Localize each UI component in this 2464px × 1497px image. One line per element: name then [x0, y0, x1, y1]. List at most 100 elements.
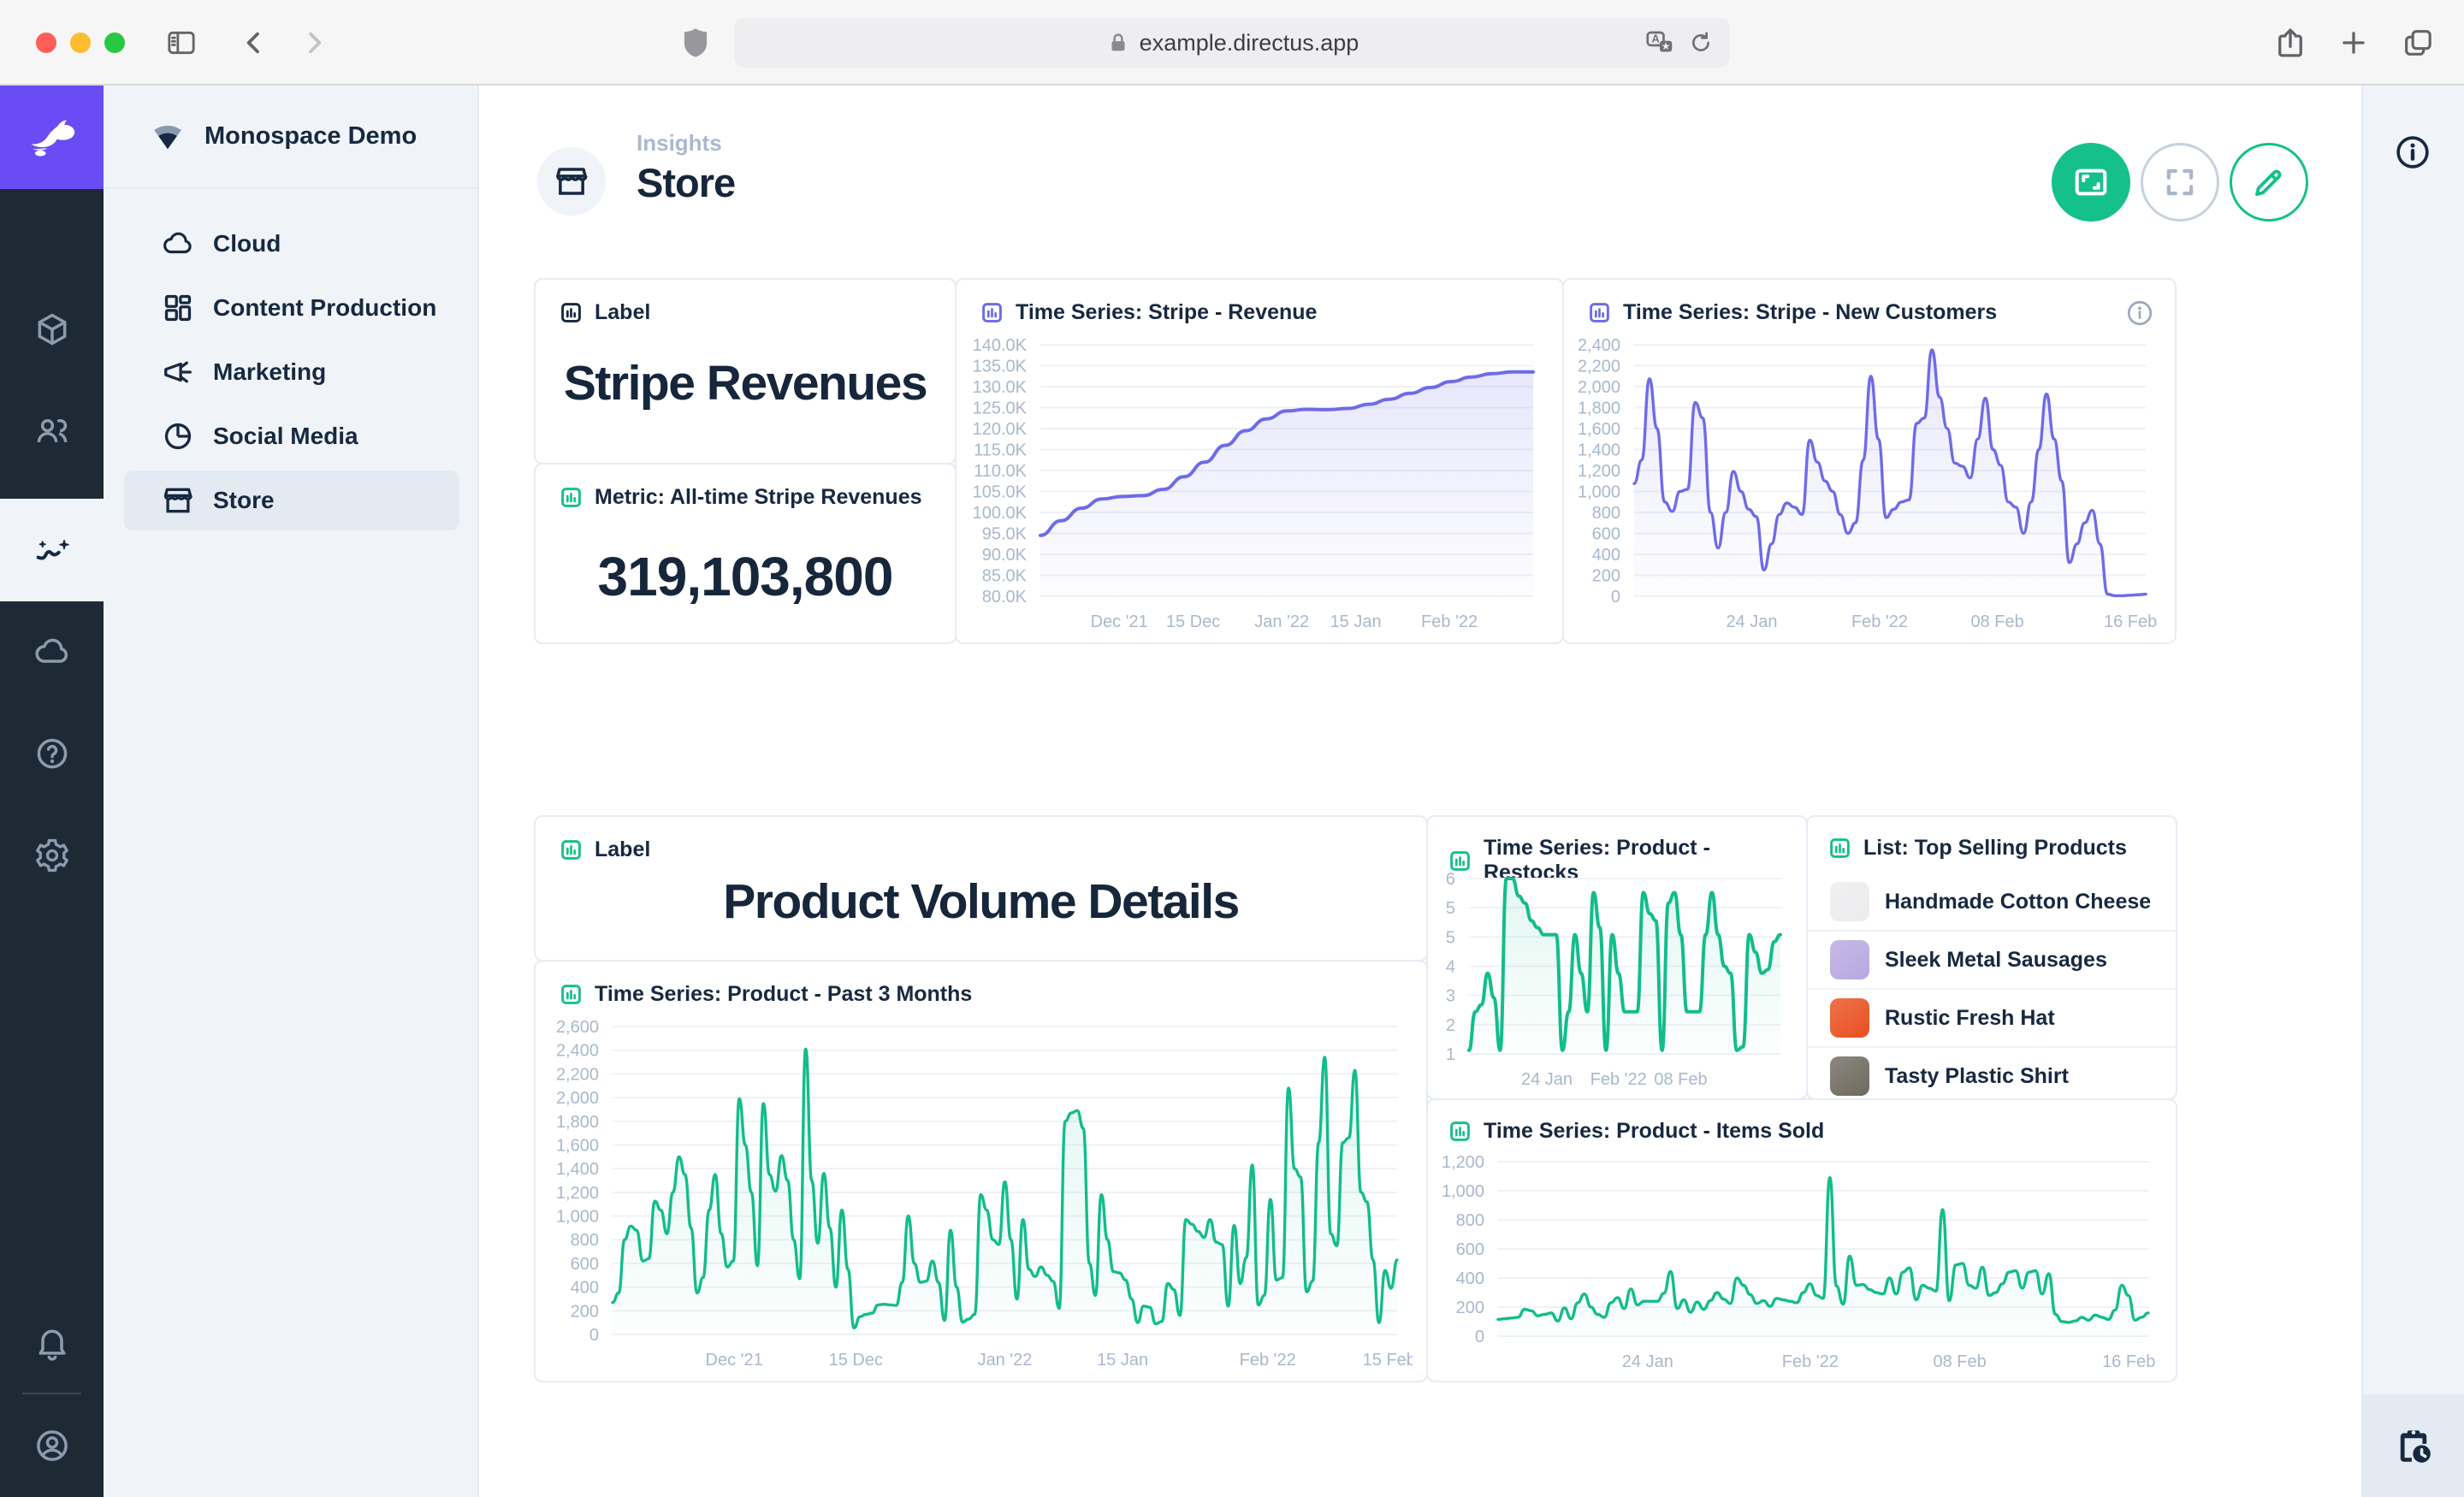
- forward-button[interactable]: [298, 27, 330, 59]
- sidebar-item-social-media[interactable]: Social Media: [124, 406, 459, 466]
- sidebar-item-label: Content Production: [213, 294, 436, 322]
- panel-bars-icon: [560, 838, 583, 861]
- svg-text:Feb '22: Feb '22: [1590, 1070, 1647, 1089]
- notifications-bell-icon[interactable]: [0, 1300, 104, 1386]
- list-item[interactable]: Sleek Metal Sausages: [1808, 930, 2176, 988]
- close-window-button[interactable]: [36, 33, 56, 53]
- svg-text:135.0K: 135.0K: [973, 358, 1028, 376]
- panel-ts-restocks[interactable]: Time Series: Product - Restocks 65543212…: [1426, 815, 1808, 1100]
- share-icon[interactable]: [2272, 25, 2308, 61]
- svg-text:1,000: 1,000: [556, 1208, 599, 1227]
- module-settings-icon[interactable]: [0, 813, 104, 898]
- panel-bars-icon: [1828, 837, 1851, 860]
- list-item[interactable]: Handmade Cotton Cheese: [1808, 873, 2176, 930]
- svg-text:A: A: [1651, 33, 1659, 45]
- page-icon-storefront[interactable]: [537, 147, 606, 216]
- project-header[interactable]: Monospace Demo: [104, 86, 479, 189]
- svg-text:1,800: 1,800: [556, 1113, 599, 1132]
- module-help-icon[interactable]: [0, 711, 104, 796]
- sidebar-toggle-icon[interactable]: [164, 26, 198, 60]
- page-title: Store: [637, 159, 735, 206]
- lock-icon: [1105, 30, 1131, 56]
- address-bar[interactable]: example.directus.app A★: [734, 18, 1730, 68]
- zoom-window-button[interactable]: [104, 33, 125, 53]
- user-avatar-icon[interactable]: [0, 1403, 104, 1488]
- svg-text:2,400: 2,400: [556, 1042, 599, 1061]
- svg-text:1: 1: [1446, 1045, 1455, 1064]
- panel-header-label: Metric: All-time Stripe Revenues: [595, 485, 922, 510]
- svg-text:130.0K: 130.0K: [973, 378, 1028, 397]
- panel-header-label: Label: [595, 837, 650, 862]
- revenue-chart: 140.0K135.0K130.0K125.0K120.0K115.0K110.…: [962, 333, 1549, 636]
- fullscreen-button[interactable]: [2141, 143, 2219, 222]
- list-item[interactable]: Tasty Plastic Shirt: [1808, 1046, 2176, 1104]
- panel-ts-customers[interactable]: Time Series: Stripe - New Customers 2,40…: [1562, 278, 2177, 644]
- svg-text:08 Feb: 08 Feb: [1970, 612, 2023, 631]
- back-button[interactable]: [238, 27, 270, 59]
- module-insights-icon[interactable]: [0, 499, 104, 601]
- svg-text:600: 600: [1456, 1240, 1484, 1259]
- panel-label-stripe[interactable]: Label Stripe Revenues: [534, 278, 957, 464]
- svg-text:2,200: 2,200: [556, 1065, 599, 1084]
- product-name: Rustic Fresh Hat: [1885, 1006, 2055, 1031]
- svg-text:08 Feb: 08 Feb: [1654, 1070, 1707, 1089]
- panel-header-label: Time Series: Stripe - Revenue: [1016, 300, 1317, 325]
- top-products-list: Handmade Cotton Cheese Sleek Metal Sausa…: [1808, 873, 2176, 1098]
- panel-metric-revenue[interactable]: Metric: All-time Stripe Revenues 319,103…: [534, 463, 957, 644]
- svg-text:24 Jan: 24 Jan: [1726, 612, 1777, 631]
- project-signal-icon: [151, 121, 184, 153]
- module-cloud-icon[interactable]: [0, 609, 104, 695]
- module-content-icon[interactable]: [0, 287, 104, 372]
- svg-text:24 Jan: 24 Jan: [1521, 1070, 1573, 1089]
- tab-overview-icon[interactable]: [2401, 26, 2435, 60]
- sidebar-item-marketing[interactable]: Marketing: [124, 342, 459, 402]
- sidebar-item-label: Social Media: [213, 423, 358, 450]
- shield-icon[interactable]: [678, 25, 714, 61]
- module-users-icon[interactable]: [0, 388, 104, 474]
- directus-logo[interactable]: [0, 86, 104, 189]
- product-name: Tasty Plastic Shirt: [1885, 1064, 2069, 1089]
- restocks-chart: 655432124 JanFeb '2208 Feb: [1431, 867, 1796, 1093]
- customers-chart: 2,4002,2002,0001,8001,6001,4001,2001,000…: [1569, 333, 2161, 636]
- fit-dashboard-button[interactable]: [2052, 143, 2130, 222]
- window-controls[interactable]: [36, 33, 139, 57]
- label-title: Product Volume Details: [536, 873, 1426, 930]
- activity-clipboard-button[interactable]: [2363, 1394, 2464, 1497]
- new-tab-icon[interactable]: [2337, 27, 2370, 59]
- list-item[interactable]: Rustic Fresh Hat: [1808, 988, 2176, 1046]
- sidebar-item-content-production[interactable]: Content Production: [124, 278, 459, 338]
- info-icon[interactable]: [2380, 120, 2445, 185]
- cloud-icon: [162, 228, 194, 260]
- panel-bars-icon: [560, 983, 583, 1006]
- reload-icon[interactable]: [1687, 29, 1715, 56]
- panel-ts-past3[interactable]: Time Series: Product - Past 3 Months 2,6…: [534, 960, 1428, 1382]
- sidebar-item-store[interactable]: Store: [124, 470, 459, 530]
- svg-text:2,400: 2,400: [1578, 336, 1620, 355]
- edit-dashboard-button[interactable]: [2230, 143, 2308, 222]
- svg-text:600: 600: [571, 1255, 599, 1274]
- items-sold-chart: 1,2001,000800600400200024 JanFeb '2208 F…: [1433, 1150, 2164, 1376]
- panel-ts-items-sold[interactable]: Time Series: Product - Items Sold 1,2001…: [1426, 1098, 2177, 1382]
- dashboard-grid-icon: [162, 292, 194, 324]
- svg-text:1,200: 1,200: [556, 1184, 599, 1203]
- svg-text:15 Jan: 15 Jan: [1097, 1351, 1148, 1370]
- svg-text:Feb '22: Feb '22: [1851, 612, 1908, 631]
- minimize-window-button[interactable]: [70, 33, 91, 53]
- breadcrumb[interactable]: Insights: [637, 130, 722, 157]
- svg-text:1,000: 1,000: [1442, 1182, 1484, 1201]
- panel-label-product[interactable]: Label Product Volume Details: [534, 815, 1428, 962]
- product-name: Sleek Metal Sausages: [1885, 948, 2107, 973]
- right-sidebar: [2361, 86, 2464, 1497]
- svg-text:105.0K: 105.0K: [973, 483, 1028, 502]
- svg-text:100.0K: 100.0K: [973, 504, 1028, 523]
- translate-icon[interactable]: A★: [1644, 27, 1675, 58]
- sidebar-item-label: Store: [213, 487, 275, 514]
- panel-info-icon[interactable]: [2125, 299, 2154, 328]
- sidebar-item-cloud[interactable]: Cloud: [124, 214, 459, 274]
- panel-list-top-products[interactable]: List: Top Selling Products Handmade Cott…: [1806, 815, 2177, 1100]
- panel-ts-revenue[interactable]: Time Series: Stripe - Revenue 140.0K135.…: [955, 278, 1564, 644]
- svg-text:125.0K: 125.0K: [973, 399, 1028, 418]
- svg-text:200: 200: [571, 1302, 599, 1321]
- svg-text:400: 400: [1456, 1269, 1484, 1288]
- fit-screen-icon: [2071, 163, 2111, 202]
